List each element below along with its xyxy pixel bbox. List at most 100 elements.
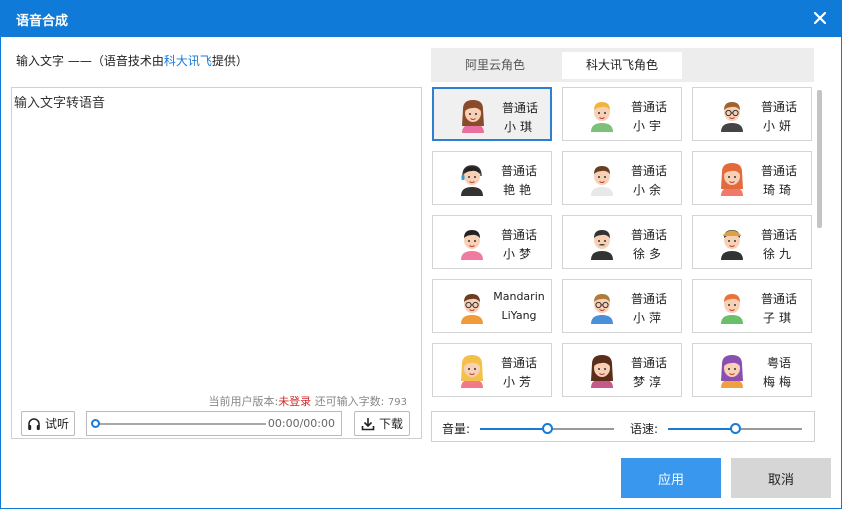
- voice-grid: 普通话 小琪 普通话 小宇 普通话 小妍 普通话 艳艳 普通话 小余 普通话 琦琦 普通话 小梦 普通话 徐多…: [431, 82, 814, 400]
- voice-card[interactable]: 普通话 小余: [562, 151, 682, 205]
- audio-controls: 音量: 语速:: [431, 411, 815, 442]
- voice-language: 普通话: [500, 356, 537, 370]
- title-bar: 语音合成: [0, 0, 842, 37]
- voice-card[interactable]: 普通话 艳艳: [432, 151, 552, 205]
- tab-aliyun[interactable]: 阿里云角色: [445, 52, 545, 79]
- purplehair-woman-avatar-icon: [717, 354, 747, 388]
- voice-card[interactable]: 普通话 小梦: [432, 215, 552, 269]
- voice-name: 小萍: [632, 311, 665, 325]
- voice-card[interactable]: 普通话 小芳: [432, 343, 552, 397]
- voice-card[interactable]: 普通话 子琪: [692, 279, 812, 333]
- headphones-icon: [28, 417, 40, 430]
- download-button[interactable]: 下载: [354, 411, 410, 436]
- boy-avatar-icon: [587, 98, 617, 132]
- voice-source-tabs: 阿里云角色 科大讯飞角色: [431, 48, 814, 82]
- listen-button[interactable]: 试听: [21, 411, 75, 436]
- voice-card[interactable]: 普通话 梦淳: [562, 343, 682, 397]
- volume-track[interactable]: [547, 428, 614, 430]
- voice-name: 小余: [632, 183, 665, 197]
- input-label-prefix: 输入文字 ——（语音技术由: [16, 54, 164, 68]
- voice-language: 粤语: [766, 356, 791, 370]
- voice-language: 普通话: [630, 228, 667, 242]
- woman-headset-avatar-icon: [457, 162, 487, 196]
- download-icon: [361, 417, 375, 430]
- volume-slider[interactable]: [542, 423, 553, 434]
- longhair-woman-avatar-icon: [587, 354, 617, 388]
- speed-label: 语速:: [630, 422, 659, 436]
- man-avatar-icon: [587, 162, 617, 196]
- voice-name: 子琪: [762, 311, 795, 325]
- voice-card[interactable]: 普通话 小琪: [432, 87, 552, 141]
- girl-glasses-avatar-icon: [587, 290, 617, 324]
- download-label: 下载: [378, 417, 403, 431]
- volume-fill: [480, 428, 547, 430]
- voice-name: 梅梅: [762, 375, 795, 389]
- volume-label: 音量:: [442, 422, 471, 436]
- voice-name: 小妍: [762, 119, 795, 133]
- progress-handle[interactable]: [91, 419, 100, 428]
- status-line: 当前用户版本:未登录 还可输入字数: 793: [208, 393, 407, 409]
- input-label-suffix: 提供）: [211, 54, 248, 68]
- voice-name: 徐多: [632, 247, 665, 261]
- voice-card[interactable]: 普通话 徐多: [562, 215, 682, 269]
- voice-name: 梦淳: [632, 375, 665, 389]
- voice-card[interactable]: 普通话 小宇: [562, 87, 682, 141]
- voice-name: 小宇: [632, 119, 665, 133]
- text-input[interactable]: [12, 88, 421, 388]
- redhair-girl-avatar-icon: [717, 162, 747, 196]
- speed-slider[interactable]: [730, 423, 741, 434]
- remaining-count: 793: [387, 397, 407, 408]
- voice-language: 普通话: [760, 292, 797, 306]
- progress-track[interactable]: [96, 423, 266, 425]
- close-icon[interactable]: [810, 8, 830, 28]
- playback-time: 00:00/00:00: [267, 417, 335, 430]
- cancel-button[interactable]: 取消: [731, 458, 831, 498]
- tab-iflytek[interactable]: 科大讯飞角色: [562, 52, 682, 79]
- voice-scrollbar[interactable]: [816, 90, 823, 396]
- voice-card[interactable]: Mandarin LiYang: [432, 279, 552, 333]
- login-status[interactable]: 未登录: [278, 395, 311, 408]
- version-label: 当前用户版本:: [208, 395, 279, 408]
- boy-pink-avatar-icon: [457, 226, 487, 260]
- remaining-label: 还可输入字数:: [314, 395, 385, 408]
- voice-name: 小芳: [502, 375, 535, 389]
- voice-card[interactable]: 普通话 琦琦: [692, 151, 812, 205]
- man-mustache-avatar-icon: [587, 226, 617, 260]
- blonde-girl-avatar-icon: [457, 354, 487, 388]
- text-editor-panel: 当前用户版本:未登录 还可输入字数: 793 试听 00:00/00:00 下载: [11, 87, 422, 439]
- boy-glasses-avatar-icon: [457, 290, 487, 324]
- scrollbar-thumb[interactable]: [817, 90, 822, 228]
- voice-language: 普通话: [760, 164, 797, 178]
- voice-name: 小琪: [503, 120, 536, 134]
- apply-button[interactable]: 应用: [621, 458, 721, 498]
- voice-card[interactable]: 普通话 小萍: [562, 279, 682, 333]
- voice-name: LiYang: [501, 309, 537, 322]
- voice-language: 普通话: [630, 356, 667, 370]
- voice-name: 艳艳: [502, 183, 535, 197]
- input-label-brand[interactable]: 科大讯飞: [164, 54, 212, 68]
- voice-language: 普通话: [630, 164, 667, 178]
- window-title: 语音合成: [16, 14, 69, 29]
- man-cap-avatar-icon: [717, 226, 747, 260]
- speed-fill: [668, 428, 735, 430]
- voice-language: 普通话: [760, 100, 797, 114]
- voice-card[interactable]: 普通话 徐九: [692, 215, 812, 269]
- voice-name: 徐九: [762, 247, 795, 261]
- girl-avatar-icon: [458, 99, 488, 133]
- voice-language: 普通话: [500, 228, 537, 242]
- audio-player: 00:00/00:00: [86, 411, 342, 436]
- speed-track[interactable]: [735, 428, 802, 430]
- voice-language: 普通话: [501, 101, 538, 115]
- voice-name: 小梦: [502, 247, 535, 261]
- orangehair-boy-avatar-icon: [717, 290, 747, 324]
- voice-card[interactable]: 普通话 小妍: [692, 87, 812, 141]
- voice-language: 普通话: [630, 292, 667, 306]
- voice-language: 普通话: [630, 100, 667, 114]
- voice-name: 琦琦: [762, 183, 795, 197]
- voice-language: 普通话: [760, 228, 797, 242]
- voice-card[interactable]: 粤语 梅梅: [692, 343, 812, 397]
- woman-glasses-avatar-icon: [717, 98, 747, 132]
- listen-label: 试听: [44, 417, 69, 431]
- input-label: 输入文字 ——（语音技术由科大讯飞提供）: [16, 52, 248, 69]
- voice-language: Mandarin: [493, 290, 545, 303]
